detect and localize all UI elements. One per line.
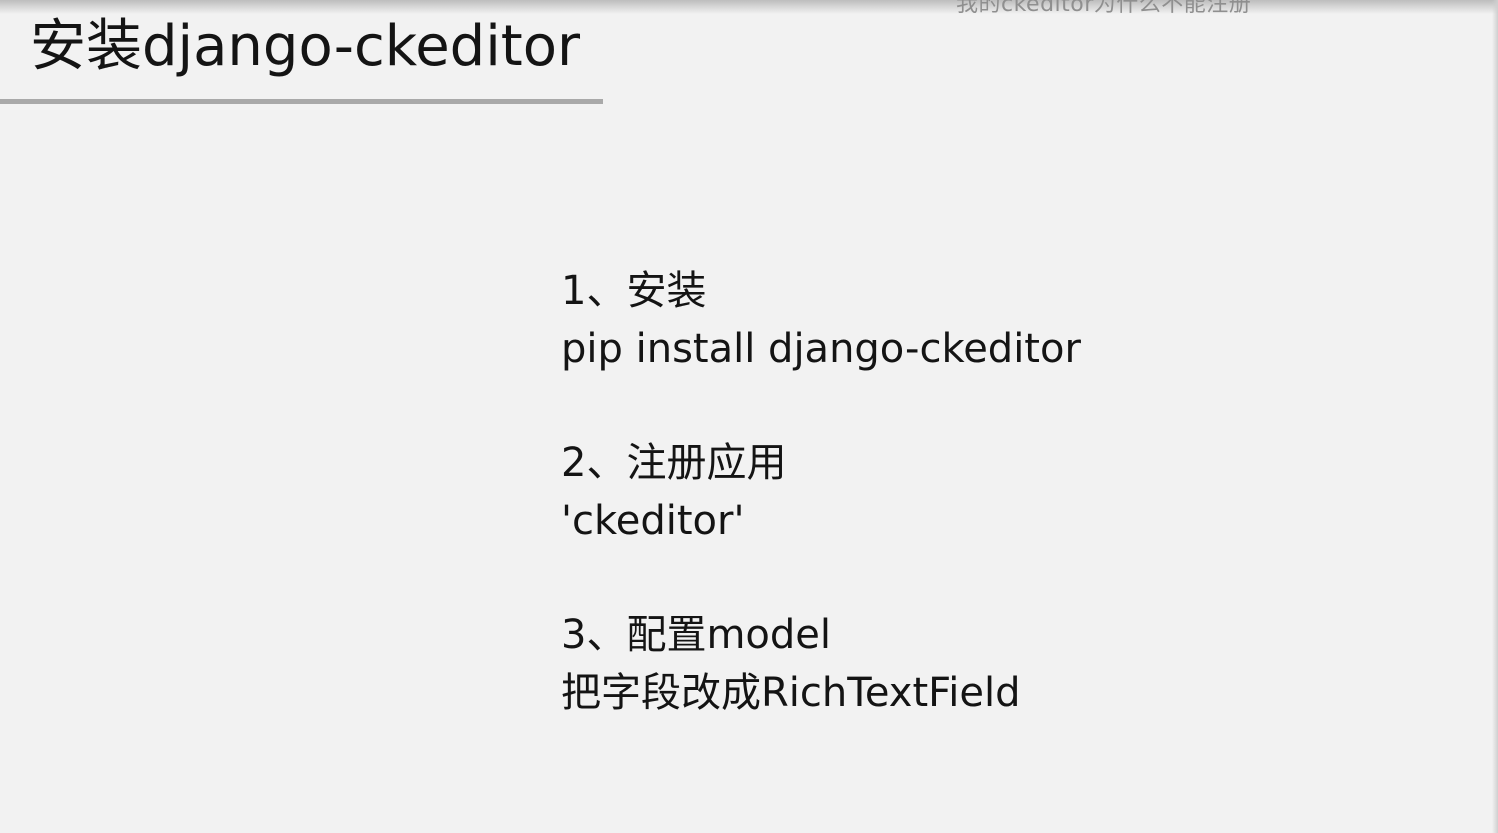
step-heading: 3、配置model [561,612,831,658]
step-item: 1、安装 pip install django-ckeditor [561,262,1081,378]
step-detail: pip install django-ckeditor [561,326,1081,372]
step-item: 2、注册应用 'ckeditor' [561,434,1081,550]
slide-title: 安装django-ckeditor [30,14,580,79]
step-item: 3、配置model 把字段改成RichTextField [561,606,1081,722]
step-detail: 把字段改成RichTextField [561,670,1021,716]
title-underline [0,99,603,104]
step-heading: 2、注册应用 [561,440,787,486]
step-spacer [561,378,1081,434]
step-heading: 1、安装 [561,268,707,314]
video-overlay-caption: 我的ckeditor为什么不能注册 [956,0,1252,17]
right-edge-shade [1492,0,1498,833]
step-detail: 'ckeditor' [561,498,745,544]
steps-list: 1、安装 pip install django-ckeditor 2、注册应用 … [561,262,1081,722]
step-spacer [561,550,1081,606]
